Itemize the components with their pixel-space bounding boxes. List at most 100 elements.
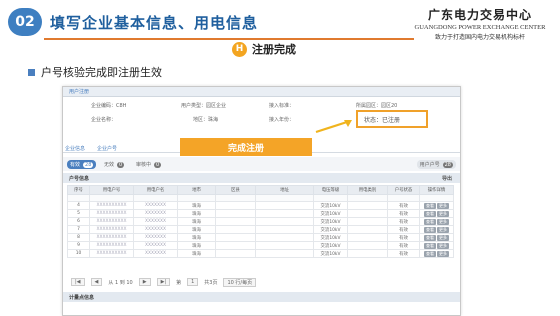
tab-user-registration[interactable]: 用户注册: [69, 88, 89, 95]
next-page-button[interactable]: ▶: [138, 278, 151, 286]
col-header[interactable]: 电压等级: [313, 185, 348, 195]
address: [255, 249, 314, 258]
account-number: XXXXXXXXXX: [89, 233, 134, 242]
column-filter-cell[interactable]: [347, 194, 388, 202]
col-header[interactable]: 地址: [255, 185, 314, 195]
row-number: 8: [67, 233, 90, 242]
brand-slogan: 致力于打造国内电力交易机构标杆: [434, 34, 525, 41]
table-row[interactable]: 6 XXXXXXXXXX XXXXXXX 珠海 交流10kV 有效 查看 更多: [67, 217, 454, 226]
table-row[interactable]: 5 XXXXXXXXXX XXXXXXX 珠海 交流10kV 有效 查看 更多: [67, 209, 454, 218]
column-filter-cell[interactable]: [313, 194, 348, 202]
filter-count: 28: [442, 161, 453, 168]
filter-reviewing[interactable]: 审核中 0: [133, 160, 164, 169]
step-title: 注册完成: [252, 43, 296, 56]
account-section-title: 户号信息: [69, 175, 90, 182]
brand-name-cn: 广东电力交易中心: [427, 8, 532, 22]
filter-label: 有效: [70, 162, 81, 168]
more-button[interactable]: 更多: [437, 242, 449, 249]
tab-company-accounts[interactable]: 企业户号: [97, 145, 117, 152]
tab-company-info[interactable]: 企业信息: [65, 145, 85, 152]
col-header[interactable]: 用电户号: [89, 185, 134, 195]
usage-category: [347, 233, 388, 242]
brand-logo: 广东电力交易中心 GUANGDONG POWER EXCHANGE CENTER…: [410, 6, 550, 41]
page-range: 从 1 到 10: [108, 279, 133, 286]
filter-all-accounts[interactable]: 用户户号 28: [416, 160, 456, 169]
more-button[interactable]: 更多: [437, 250, 449, 257]
col-header[interactable]: 区县: [215, 185, 256, 195]
district: [215, 209, 256, 218]
voltage-level: 交流10kV: [313, 249, 348, 258]
view-button[interactable]: 查看: [424, 202, 436, 209]
bullet-text: 户号核验完成即注册生效: [41, 66, 162, 79]
column-filter-cell[interactable]: [215, 194, 256, 202]
last-page-button[interactable]: ▶|: [156, 278, 171, 286]
district: [215, 249, 256, 258]
more-button[interactable]: 更多: [437, 226, 449, 233]
column-filter-cell[interactable]: [387, 194, 420, 202]
usage-category: [347, 241, 388, 250]
more-button[interactable]: 更多: [437, 202, 449, 209]
account-status: 有效: [387, 209, 420, 218]
page-number-input[interactable]: 1: [187, 278, 199, 286]
column-filter-cell[interactable]: [89, 194, 134, 202]
first-page-button[interactable]: |◀: [71, 278, 85, 286]
section-number-badge: 02: [8, 8, 42, 36]
usage-category: [347, 225, 388, 234]
column-filter-cell[interactable]: [67, 194, 90, 202]
table-row[interactable]: 7 XXXXXXXXXX XXXXXXX 珠海 交流10kV 有效 查看 更多: [67, 225, 454, 234]
slide-header: 02 填写企业基本信息、用电信息 广东电力交易中心 GUANGDONG POWE…: [0, 0, 560, 44]
col-header[interactable]: 用电类别: [347, 185, 388, 195]
more-button[interactable]: 更多: [437, 234, 449, 241]
view-button[interactable]: 查看: [424, 250, 436, 257]
col-header[interactable]: 操作详情: [419, 185, 454, 195]
bullet-square-icon: [28, 68, 35, 76]
more-button[interactable]: 更多: [437, 218, 449, 225]
table-filter-row[interactable]: [67, 194, 454, 202]
table-row[interactable]: 8 XXXXXXXXXX XXXXXXX 珠海 交流10kV 有效 查看 更多: [67, 233, 454, 242]
filter-label: 无效: [104, 162, 115, 168]
column-filter-cell[interactable]: [419, 194, 454, 202]
page-size-select[interactable]: 10 行/每页: [223, 277, 257, 287]
col-header[interactable]: 用电户名: [133, 185, 178, 195]
row-actions: 查看 更多: [419, 201, 454, 210]
status-filter-row: 有效 28 无效 0 审核中 0 用户户号 28: [63, 157, 460, 171]
view-button[interactable]: 查看: [424, 210, 436, 217]
prev-page-button[interactable]: ◀: [90, 278, 103, 286]
table-row[interactable]: 4 XXXXXXXXXX XXXXXXX 珠海 交流10kV 有效 查看 更多: [67, 201, 454, 210]
row-actions: 查看 更多: [419, 233, 454, 242]
district: [215, 201, 256, 210]
view-button[interactable]: 查看: [424, 234, 436, 241]
col-header[interactable]: 序号: [67, 185, 90, 195]
view-button[interactable]: 查看: [424, 242, 436, 249]
table-row[interactable]: 9 XXXXXXXXXX XXXXXXX 珠海 交流10kV 有效 查看 更多: [67, 241, 454, 250]
export-button[interactable]: 导出: [442, 175, 452, 182]
table-row[interactable]: 10 XXXXXXXXXX XXXXXXX 珠海 交流10kV 有效 查看 更多: [67, 249, 454, 258]
step-badge: H 注册完成: [232, 41, 296, 57]
usage-category: [347, 249, 388, 258]
total-pages: 共3页: [204, 279, 218, 286]
district: [215, 225, 256, 234]
col-header[interactable]: 户号状态: [387, 185, 420, 195]
row-number: 7: [67, 225, 90, 234]
voltage-level: 交流10kV: [313, 201, 348, 210]
bullet-point: 户号核验完成即注册生效: [28, 64, 162, 80]
address: [255, 241, 314, 250]
column-filter-cell[interactable]: [255, 194, 314, 202]
account-status: 有效: [387, 225, 420, 234]
more-button[interactable]: 更多: [437, 210, 449, 217]
filter-count: 0: [117, 161, 125, 168]
view-button[interactable]: 查看: [424, 226, 436, 233]
column-filter-cell[interactable]: [133, 194, 178, 202]
column-filter-cell[interactable]: [177, 194, 216, 202]
step-letter-icon: H: [232, 41, 247, 57]
account-number: XXXXXXXXXX: [89, 241, 134, 250]
account-status: 有效: [387, 217, 420, 226]
filter-valid[interactable]: 有效 28: [67, 160, 97, 169]
row-number: 5: [67, 209, 90, 218]
filter-invalid[interactable]: 无效 0: [101, 160, 127, 169]
view-button[interactable]: 查看: [424, 218, 436, 225]
city: 珠海: [177, 201, 216, 210]
row-number: 4: [67, 201, 90, 210]
col-header[interactable]: 地市: [177, 185, 216, 195]
account-name: XXXXXXX: [133, 241, 178, 250]
